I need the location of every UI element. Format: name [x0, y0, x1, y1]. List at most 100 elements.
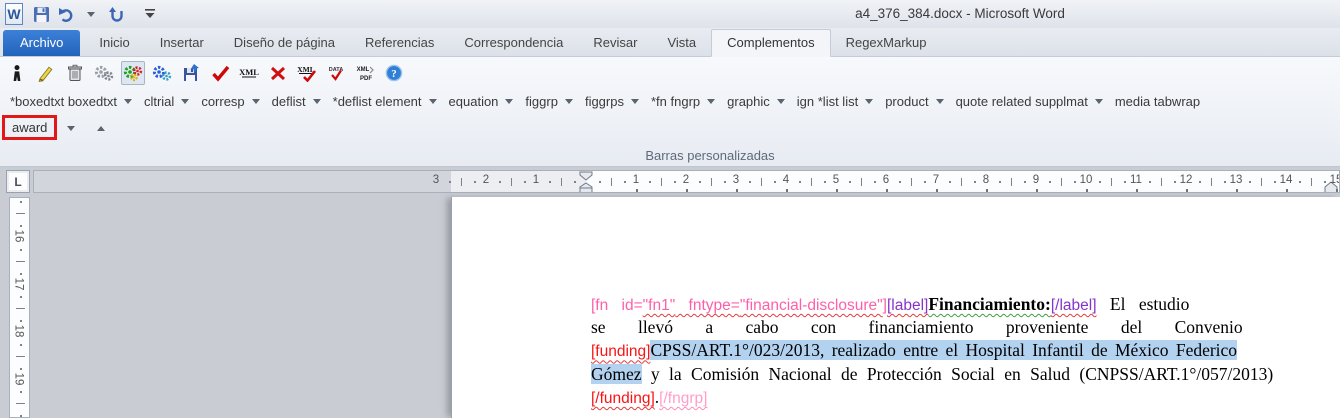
ruler-number: 16 [12, 230, 24, 243]
chevron-down-icon [707, 99, 715, 104]
word-app-icon[interactable]: W [5, 3, 27, 25]
gears-blue-icon[interactable] [150, 61, 174, 85]
menu-cltrial[interactable]: cltrial [138, 91, 195, 112]
xml-pdf-icon[interactable]: XMLPDF [353, 61, 377, 85]
menu-fn-fngrp[interactable]: *fn fngrp [645, 91, 721, 112]
help-icon[interactable]: ? [382, 61, 406, 85]
ruler-tick [20, 249, 22, 251]
menu-graphic[interactable]: graphic [721, 91, 791, 112]
menu-ign-list-list[interactable]: ign *list list [791, 91, 879, 112]
indent-markers-icon[interactable] [579, 171, 594, 193]
ruler-tick [724, 181, 726, 183]
menu-label: cltrial [144, 94, 174, 109]
tab-complementos[interactable]: Complementos [711, 29, 830, 57]
horizontal-ruler[interactable]: 321123456789101112131415 [33, 170, 1340, 193]
ruler-tick [1224, 181, 1226, 183]
quick-access-toolbar: W [0, 0, 161, 28]
tab-diseno-de-pagina[interactable]: Diseño de página [219, 30, 350, 56]
menu-media-tabwrap[interactable]: media tabwrap [1109, 91, 1206, 112]
ruler-tick [911, 178, 912, 186]
ruler-tick [574, 181, 576, 183]
person-icon[interactable] [5, 61, 29, 85]
ruler-tick [824, 181, 826, 183]
tab-regexmarkup[interactable]: RegexMarkup [831, 30, 942, 56]
trash-icon[interactable] [63, 61, 87, 85]
doc-line-4: Gómez y la Comisión Nacional de Protecci… [591, 363, 1337, 386]
customize-quick-access-icon[interactable] [139, 3, 161, 25]
menu-boxedtxt-boxedtxt[interactable]: *boxedtxt boxedtxt [4, 91, 138, 112]
tab-correspondencia[interactable]: Correspondencia [449, 30, 578, 56]
ruler-tick [799, 181, 801, 183]
tab-stop-selector[interactable]: L [6, 170, 30, 193]
ruler-tick [1274, 181, 1276, 183]
ruler-number: 18 [12, 325, 24, 338]
doc-tag-fngrp-close: [/fngrp] [659, 390, 707, 407]
ruler-tick [899, 181, 901, 183]
ruler-number: 19 [12, 372, 24, 385]
menu-corresp[interactable]: corresp [195, 91, 265, 112]
delete-x-icon[interactable] [266, 61, 290, 85]
xml-check-icon[interactable]: XML [295, 61, 319, 85]
collapse-button[interactable] [93, 114, 109, 140]
ruler-tick [1324, 181, 1326, 183]
menu-figgrps[interactable]: figgrps [579, 91, 645, 112]
menu-product[interactable]: product [879, 91, 949, 112]
ruler-tab-mark [886, 189, 888, 192]
undo-dropdown-icon[interactable] [80, 3, 102, 25]
gears-gray-icon[interactable] [92, 61, 116, 85]
ruler-tick [20, 320, 22, 322]
data-check-icon[interactable]: DATA [324, 61, 348, 85]
award-button[interactable]: award [2, 115, 57, 140]
ruler-tick [20, 296, 22, 298]
chevron-down-icon [565, 99, 573, 104]
gears-colored-icon[interactable] [121, 61, 145, 85]
ruler-tick [924, 181, 926, 183]
menu-deflist-element[interactable]: *deflist element [327, 91, 443, 112]
ruler-tick [1061, 178, 1062, 186]
ruler-tick [1311, 178, 1312, 186]
tab-inicio[interactable]: Inicio [84, 30, 144, 56]
chevron-down-icon [67, 126, 75, 131]
ruler-tick [774, 181, 776, 183]
ruler-tab-mark [636, 189, 638, 192]
doc-heading-financiamiento: Financiamiento: [928, 294, 1051, 314]
save-xml-icon[interactable] [179, 61, 203, 85]
award-dropdown-button[interactable] [63, 114, 79, 140]
chevron-down-icon [865, 99, 873, 104]
menu-label: product [885, 94, 928, 109]
menu-label: figgrps [585, 94, 624, 109]
tab-archivo[interactable]: Archivo [3, 30, 80, 56]
menu-quote-related-supplmat[interactable]: quote related supplmat [950, 91, 1109, 112]
document-page[interactable]: [fn id="fn1" fntype="financial-disclosur… [451, 197, 1340, 418]
xml-icon[interactable]: XML [237, 61, 261, 85]
ruler-tick [20, 391, 22, 393]
tab-vista[interactable]: Vista [652, 30, 711, 56]
ruler-number: 3 [726, 174, 746, 186]
ruler-number: 9 [1026, 174, 1046, 186]
pencil-icon[interactable] [34, 61, 58, 85]
qat-undo-icon[interactable] [55, 3, 77, 25]
doc-tag-funding-open: [funding] [591, 343, 650, 360]
addin-toolbar-icons: XMLXMLDATAXMLPDF? [5, 61, 406, 85]
document-text: [fn id="fn1" fntype="financial-disclosur… [591, 293, 1337, 409]
ruler-number: 2 [676, 174, 696, 186]
ruler-tick [711, 178, 712, 186]
chevron-down-icon [631, 99, 639, 104]
ruler-tick [524, 181, 526, 183]
ruler-tick [849, 181, 851, 183]
tab-referencias[interactable]: Referencias [350, 30, 449, 56]
tab-insertar[interactable]: Insertar [145, 30, 219, 56]
tab-revisar[interactable]: Revisar [578, 30, 652, 56]
ruler-tick [549, 181, 551, 183]
qat-redo-icon[interactable] [105, 3, 127, 25]
ruler-number: 4 [776, 174, 796, 186]
ruler-number: 1 [526, 174, 546, 186]
ruler-tab-mark [1286, 189, 1288, 192]
menu-figgrp[interactable]: figgrp [519, 91, 579, 112]
chevron-down-icon [124, 99, 132, 104]
vertical-ruler[interactable]: 16171819 [9, 197, 30, 418]
qat-save-icon[interactable] [30, 3, 52, 25]
menu-deflist[interactable]: deflist [266, 91, 327, 112]
check-red-icon[interactable] [208, 61, 232, 85]
menu-equation[interactable]: equation [443, 91, 520, 112]
